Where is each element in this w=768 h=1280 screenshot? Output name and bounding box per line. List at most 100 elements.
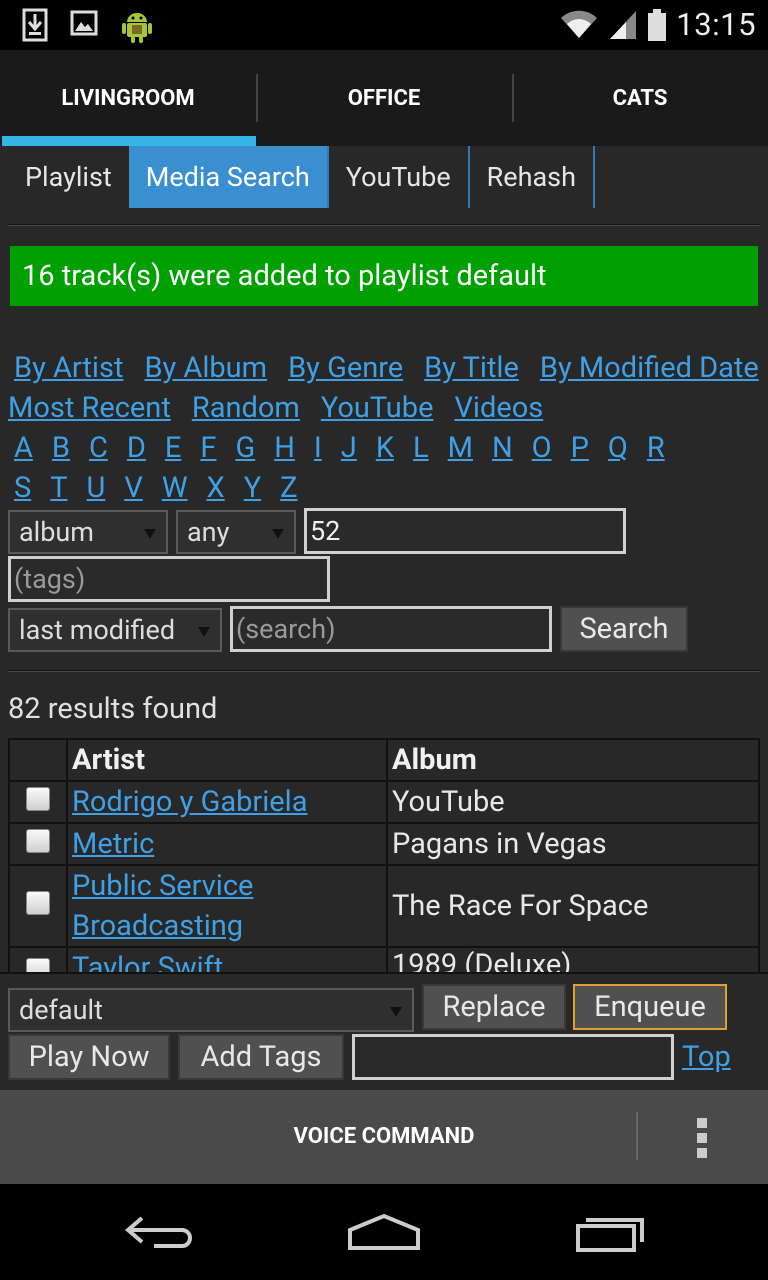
letter-link-s[interactable]: S	[14, 471, 31, 505]
link-most-recent[interactable]: Most Recent	[8, 391, 171, 425]
letter-link-z[interactable]: Z	[280, 471, 297, 505]
letter-link-f[interactable]: F	[200, 431, 216, 465]
letter-links-row-1: ABCDEFGHIJKLMNOPQR	[8, 428, 764, 468]
field-select[interactable]: album	[8, 510, 168, 554]
table-row: Public Service Broadcasting The Race For…	[8, 864, 760, 948]
letter-link-d[interactable]: D	[127, 431, 146, 465]
link-by-title[interactable]: By Title	[424, 351, 519, 385]
row-checkbox[interactable]	[26, 829, 50, 853]
voice-command-button[interactable]: VOICE COMMAND	[0, 1124, 768, 1149]
voice-command-bar: VOICE COMMAND	[0, 1090, 768, 1184]
letter-link-i[interactable]: I	[314, 431, 322, 465]
letter-link-b[interactable]: B	[52, 431, 70, 465]
divider	[8, 224, 760, 226]
link-videos[interactable]: Videos	[454, 391, 543, 425]
letter-link-x[interactable]: X	[207, 471, 225, 505]
enqueue-button[interactable]: Enqueue	[573, 984, 727, 1030]
table-row: Metric Pagans in Vegas	[8, 822, 760, 866]
album-cell: The Race For Space	[386, 864, 760, 948]
letter-link-t[interactable]: T	[50, 471, 67, 505]
tags-entry-input[interactable]	[352, 1034, 674, 1080]
letter-link-p[interactable]: P	[571, 431, 589, 465]
dropdown-arrow-icon	[144, 529, 156, 539]
battery-icon	[648, 8, 667, 41]
clock: 13:15	[676, 6, 756, 43]
recent-apps-icon[interactable]	[574, 1214, 646, 1254]
table-header: Artist Album	[8, 738, 760, 782]
header-artist: Artist	[66, 738, 388, 782]
link-random[interactable]: Random	[192, 391, 300, 425]
artist-link[interactable]: Metric	[72, 827, 154, 861]
letter-link-c[interactable]: C	[89, 431, 108, 465]
letter-link-w[interactable]: W	[162, 471, 188, 505]
home-icon[interactable]	[346, 1212, 422, 1252]
dropdown-arrow-icon	[198, 627, 210, 637]
letter-link-e[interactable]: E	[165, 431, 181, 465]
link-by-modified-date[interactable]: By Modified Date	[540, 351, 759, 385]
artist-link[interactable]: Taylor Swift	[72, 951, 223, 972]
letter-link-v[interactable]: V	[124, 471, 142, 505]
subtab-youtube[interactable]: YouTube	[329, 146, 470, 208]
header-album: Album	[386, 738, 760, 782]
sub-tabs: Playlist Media Search YouTube Rehash	[8, 146, 595, 208]
divider	[636, 1112, 638, 1160]
artist-link[interactable]: Rodrigo y Gabriela	[72, 785, 307, 819]
letter-links-row-2: STUVWXYZ	[8, 468, 764, 508]
row-checkbox[interactable]	[26, 891, 50, 915]
signal-icon	[610, 10, 637, 39]
add-tags-button[interactable]: Add Tags	[178, 1034, 344, 1080]
letter-link-k[interactable]: K	[376, 431, 394, 465]
subtab-playlist[interactable]: Playlist	[8, 146, 129, 208]
notice-banner: 16 track(s) were added to playlist defau…	[10, 246, 758, 306]
android-icon	[122, 13, 152, 43]
table-row: Rodrigo y Gabriela YouTube	[8, 780, 760, 824]
dropdown-arrow-icon	[390, 1007, 402, 1017]
album-cell: 1989 (Deluxe)	[386, 946, 760, 972]
letter-link-h[interactable]: H	[274, 431, 295, 465]
search-button[interactable]: Search	[560, 606, 688, 652]
wifi-icon	[561, 10, 598, 38]
back-icon[interactable]	[124, 1214, 194, 1250]
letter-link-y[interactable]: Y	[244, 471, 261, 505]
navigation-bar	[0, 1184, 768, 1280]
play-now-button[interactable]: Play Now	[8, 1034, 170, 1080]
letter-link-u[interactable]: U	[87, 471, 106, 505]
status-bar: 13:15	[0, 0, 768, 50]
playlist-action-bar: default Replace Enqueue Play Now Add Tag…	[0, 972, 768, 1090]
results-table: Artist Album Rodrigo y Gabriela YouTube …	[8, 738, 760, 972]
header-checkbox	[8, 738, 68, 782]
letter-link-o[interactable]: O	[532, 431, 552, 465]
row-checkbox[interactable]	[26, 787, 50, 811]
tab-livingroom[interactable]: LIVINGROOM	[0, 50, 256, 146]
overflow-menu-icon[interactable]	[697, 1118, 707, 1163]
image-icon	[70, 10, 98, 36]
search-input[interactable]: (search)	[230, 606, 552, 652]
match-select[interactable]: any	[176, 510, 296, 554]
query-input[interactable]: 52	[304, 508, 626, 554]
artist-link[interactable]: Public Service Broadcasting	[72, 869, 253, 943]
subtab-media-search[interactable]: Media Search	[128, 146, 329, 208]
sort-select[interactable]: last modified	[8, 608, 222, 652]
tags-input[interactable]: (tags)	[8, 556, 330, 602]
link-youtube[interactable]: YouTube	[321, 391, 434, 425]
tab-cats[interactable]: CATS	[512, 50, 768, 146]
top-link[interactable]: Top	[682, 1040, 731, 1074]
letter-link-m[interactable]: M	[448, 431, 473, 465]
playlist-select[interactable]: default	[8, 988, 414, 1032]
link-by-artist[interactable]: By Artist	[14, 351, 123, 385]
letter-link-q[interactable]: Q	[608, 431, 628, 465]
letter-link-g[interactable]: G	[235, 431, 255, 465]
dropdown-arrow-icon	[272, 529, 284, 539]
letter-link-a[interactable]: A	[14, 431, 33, 465]
row-checkbox[interactable]	[26, 958, 50, 972]
link-by-genre[interactable]: By Genre	[288, 351, 403, 385]
replace-button[interactable]: Replace	[422, 984, 566, 1030]
album-cell: Pagans in Vegas	[386, 822, 760, 866]
letter-link-r[interactable]: R	[647, 431, 665, 465]
letter-link-j[interactable]: J	[341, 431, 357, 465]
letter-link-l[interactable]: L	[413, 431, 429, 465]
letter-link-n[interactable]: N	[492, 431, 513, 465]
tab-office[interactable]: OFFICE	[256, 50, 512, 146]
link-by-album[interactable]: By Album	[144, 351, 267, 385]
subtab-rehash[interactable]: Rehash	[470, 146, 595, 208]
